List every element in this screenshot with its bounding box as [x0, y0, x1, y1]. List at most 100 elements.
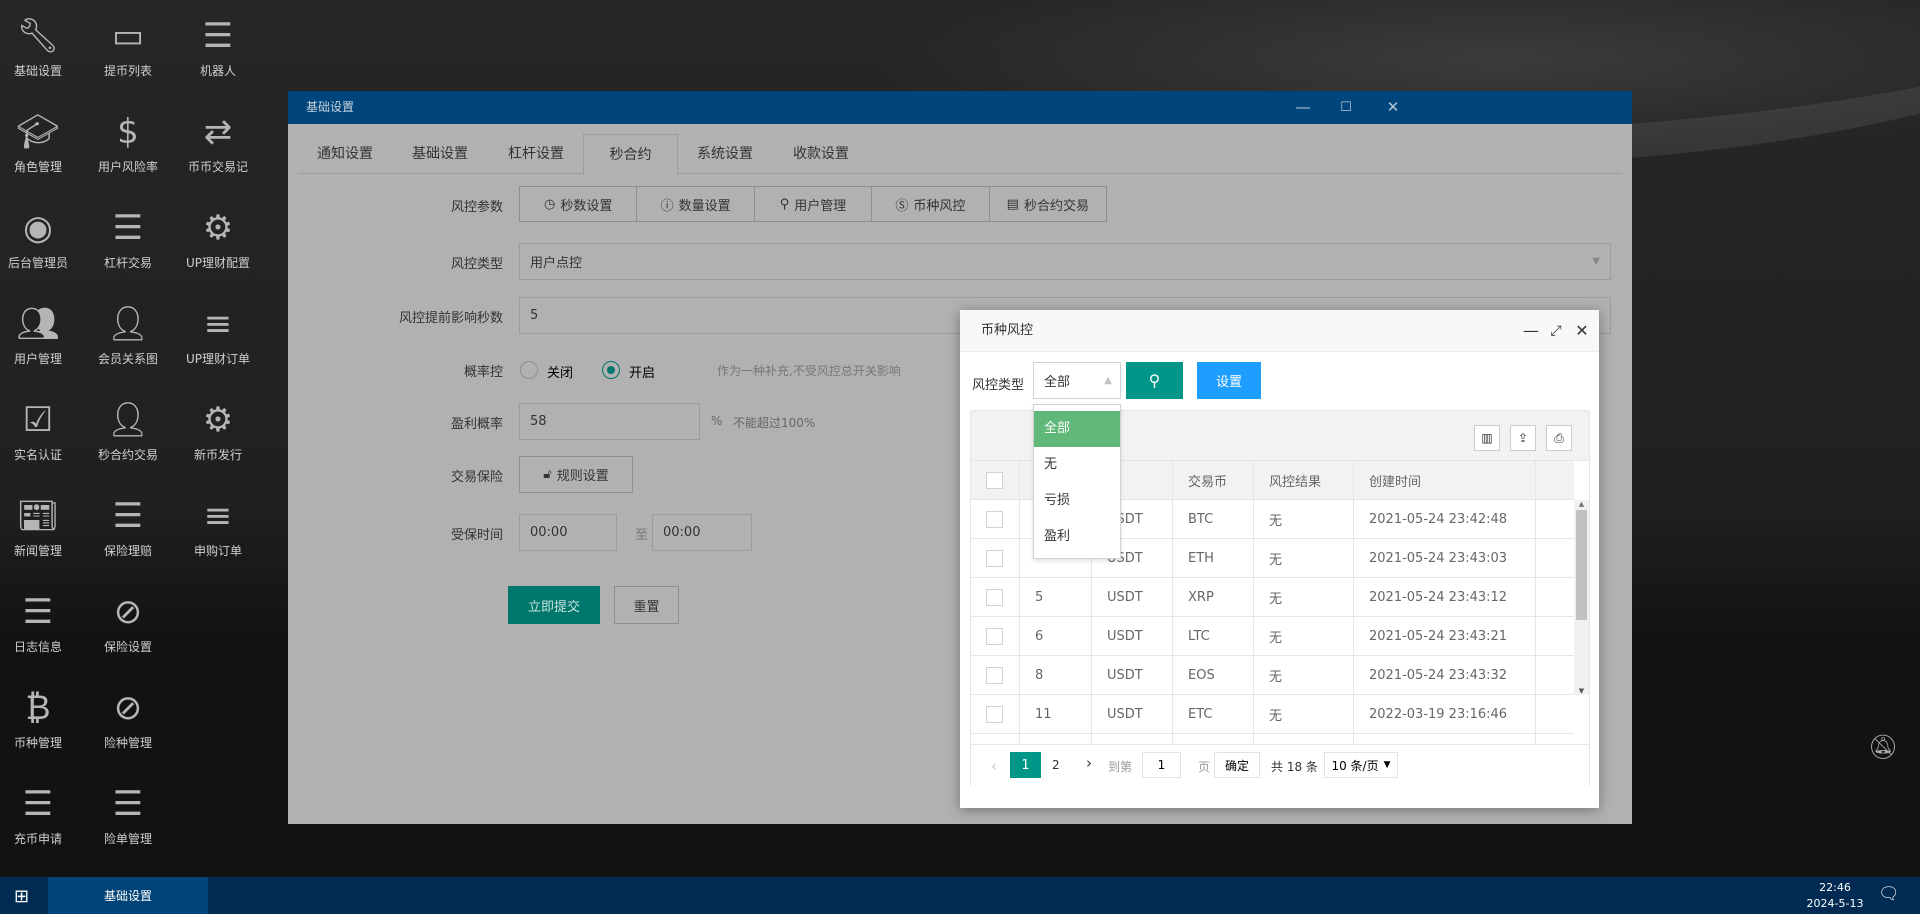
desktop-icon[interactable]: 👤︎ 会员关系图: [83, 302, 173, 367]
tab-notify[interactable]: 通知设置: [317, 134, 373, 174]
desktop-icon[interactable]: 👤︎ 秒合约交易: [83, 398, 173, 463]
page-size-value: 10 条/页: [1331, 758, 1379, 773]
desktop-icon[interactable]: ≡ UP理财订单: [173, 302, 263, 367]
table-row: 8 USDT EOS 无 2021-05-24 23:43:32: [971, 656, 1574, 695]
tab-leverage[interactable]: 杠杆设置: [508, 134, 564, 174]
quantity-settings-button[interactable]: ⓘ 数量设置: [637, 187, 755, 221]
column-header: 风控结果: [1254, 461, 1354, 499]
time-to-input[interactable]: 00:00: [652, 514, 752, 551]
option-none[interactable]: 无: [1034, 447, 1120, 483]
option-loss[interactable]: 亏损: [1034, 483, 1120, 519]
desktop-icon[interactable]: ☰ 杠杆交易: [83, 206, 173, 271]
scrollbar[interactable]: ▲ ▼: [1574, 500, 1589, 695]
minimize-icon[interactable]: —: [1520, 310, 1542, 352]
row-checkbox[interactable]: [986, 549, 1003, 567]
rule-settings-button[interactable]: 🔓︎ 规则设置: [519, 456, 633, 493]
bitcoin-icon: ₿: [25, 688, 51, 728]
option-all[interactable]: 全部: [1034, 411, 1120, 447]
desktop-icon[interactable]: ☰ 机器人: [173, 14, 263, 79]
page-1-button[interactable]: 1: [1010, 752, 1041, 778]
table-cell: 无: [1254, 695, 1354, 733]
desktop-icon-label: 险单管理: [103, 832, 152, 846]
window-titlebar[interactable]: 基础设置 — ☐ ✕: [288, 91, 1632, 124]
taskbar-clock[interactable]: 22:46 2024-5-13: [1800, 880, 1870, 912]
minimize-icon[interactable]: —: [1288, 91, 1318, 124]
print-icon[interactable]: ⎙: [1546, 425, 1572, 451]
row-checkbox[interactable]: [986, 510, 1003, 528]
submit-button[interactable]: 立即提交: [508, 586, 600, 624]
radio-off[interactable]: [520, 361, 538, 379]
tab-basic[interactable]: 基础设置: [412, 134, 468, 174]
desktop-icon-label: 秒合约交易: [97, 448, 158, 462]
settings-tabs: 通知设置 基础设置 杠杆设置 秒合约 系统设置 收款设置: [298, 134, 1622, 175]
desktop-icon[interactable]: ⊘ 保险设置: [83, 590, 173, 655]
dollar-circle-icon: Ⓢ: [895, 198, 909, 214]
settings-button[interactable]: 设置: [1197, 362, 1261, 399]
risk-type-select[interactable]: 用户点控 ▼: [519, 243, 1611, 280]
desktop-icon[interactable]: ☰ 险单管理: [83, 782, 173, 847]
page-confirm-button[interactable]: 确定: [1214, 752, 1260, 778]
desktop-icon[interactable]: ⚙ UP理财配置: [173, 206, 263, 271]
page-2-button[interactable]: 2: [1052, 758, 1060, 772]
desktop-icon[interactable]: ≡ 申购订单: [173, 494, 263, 559]
close-icon[interactable]: ✕: [1378, 91, 1408, 124]
taskbar-window-button[interactable]: 基础设置: [48, 877, 208, 914]
prev-page-icon[interactable]: ‹: [991, 757, 997, 775]
desktop-icon[interactable]: ⊘ 险种管理: [83, 686, 173, 751]
desktop-icon[interactable]: ☰ 日志信息: [0, 590, 83, 655]
scroll-up-icon[interactable]: ▲: [1574, 500, 1589, 508]
row-checkbox[interactable]: [986, 705, 1003, 723]
reset-button[interactable]: 重置: [614, 586, 679, 624]
desktop-icon[interactable]: ◉ 后台管理员: [0, 206, 83, 271]
maximize-icon[interactable]: ☐: [1331, 91, 1361, 124]
profit-prob-label: 盈利概率: [450, 417, 503, 432]
desktop-icon[interactable]: 👥︎ 用户管理: [0, 302, 83, 367]
maximize-icon[interactable]: ⤢: [1545, 310, 1567, 352]
desktop-icon[interactable]: $ 用户风险率: [83, 110, 173, 175]
bell-muted-icon[interactable]: 🔕︎: [1868, 733, 1898, 761]
windows-start-icon[interactable]: ⊞: [14, 886, 29, 907]
desktop-icon[interactable]: ⚙ 新币发行: [173, 398, 263, 463]
time-from-input[interactable]: 00:00: [519, 514, 617, 551]
dollar-icon: $: [117, 112, 139, 152]
tab-system[interactable]: 系统设置: [697, 134, 753, 174]
tab-second-contract[interactable]: 秒合约: [583, 134, 678, 175]
dialog-titlebar[interactable]: 币种风控 — ⤢ ✕: [960, 310, 1599, 352]
coin-risk-button[interactable]: Ⓢ 币种风控: [872, 187, 990, 221]
row-checkbox[interactable]: [986, 627, 1003, 645]
close-icon[interactable]: ✕: [1571, 310, 1593, 352]
desktop-icon[interactable]: 🎓︎ 角色管理: [0, 110, 83, 175]
search-button[interactable]: ⚲: [1126, 362, 1183, 399]
tab-payment[interactable]: 收款设置: [793, 134, 849, 174]
row-checkbox[interactable]: [986, 666, 1003, 684]
radio-on[interactable]: [602, 361, 620, 379]
clipboard-icon: ▤: [1006, 196, 1019, 212]
page-size-select[interactable]: 10 条/页 ▼: [1324, 752, 1398, 778]
export-icon[interactable]: ⇪: [1510, 425, 1536, 451]
row-checkbox[interactable]: [986, 471, 1003, 489]
second-contract-trade-button[interactable]: ▤ 秒合约交易: [990, 187, 1106, 221]
desktop-icon[interactable]: ₿ 币种管理: [0, 686, 83, 751]
desktop-icon[interactable]: ⇄ 币币交易记: [173, 110, 263, 175]
scrollbar-thumb[interactable]: [1576, 510, 1587, 620]
desktop-icon[interactable]: 🔧︎ 基础设置: [0, 14, 83, 79]
option-profit[interactable]: 盈利: [1034, 519, 1120, 555]
scroll-down-icon[interactable]: ▼: [1574, 687, 1589, 695]
desktop-icon[interactable]: ☰ 保险理赔: [83, 494, 173, 559]
user-management-button[interactable]: ⚲ 用户管理: [755, 187, 873, 221]
page-input[interactable]: 1: [1142, 752, 1181, 778]
desktop-icon[interactable]: ☰ 充币申请: [0, 782, 83, 847]
notification-chat-icon[interactable]: 🗨︎: [1878, 884, 1900, 904]
columns-icon[interactable]: ▥: [1474, 425, 1500, 451]
desktop-icon[interactable]: ☑ 实名认证: [0, 398, 83, 463]
clock-icon: ◷: [544, 196, 556, 212]
risk-type-filter-select[interactable]: 全部 ▲: [1033, 362, 1121, 399]
next-page-icon[interactable]: ›: [1086, 754, 1092, 772]
desktop-icon[interactable]: 📰︎ 新闻管理: [0, 494, 83, 559]
row-checkbox[interactable]: [986, 588, 1003, 606]
desktop-icon-label: 保险设置: [103, 640, 152, 654]
profit-prob-input[interactable]: 58: [519, 403, 700, 440]
desktop-icon[interactable]: ▭ 提币列表: [83, 14, 173, 79]
desktop-icon-label: 角色管理: [13, 160, 62, 174]
seconds-settings-button[interactable]: ◷ 秒数设置: [520, 187, 638, 221]
